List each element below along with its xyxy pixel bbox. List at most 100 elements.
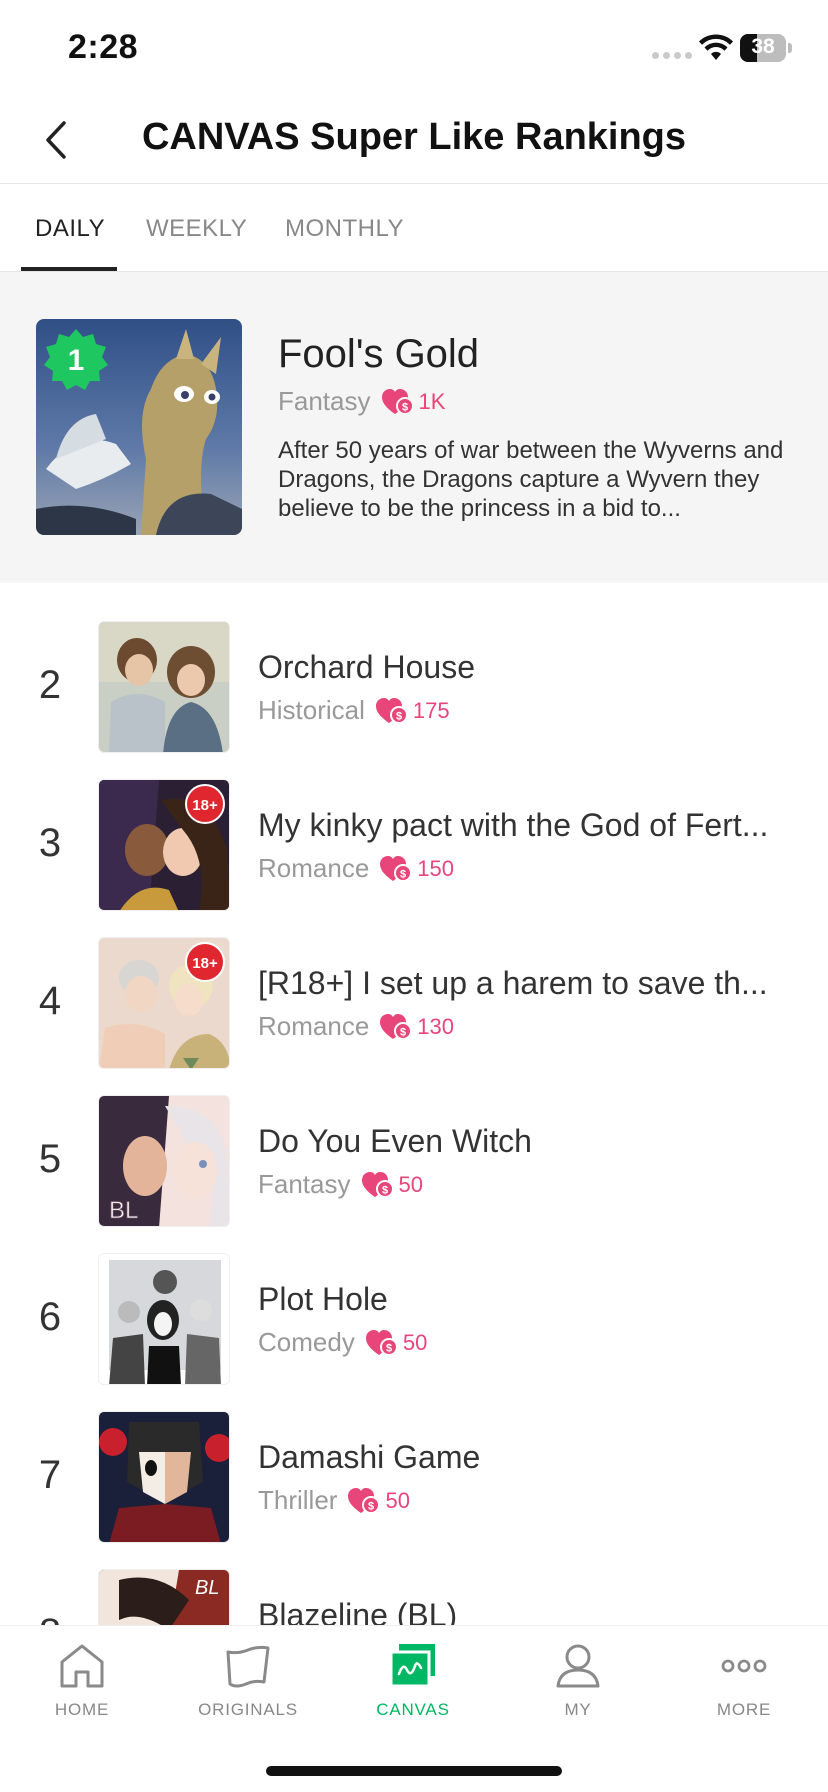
rank-1-badge-icon: 1 — [44, 329, 108, 390]
status-time: 2:28 — [68, 28, 139, 66]
tab-weekly[interactable]: WEEKLY — [146, 215, 247, 243]
do-you-even-witch-cover-image: BL — [99, 1096, 229, 1226]
svg-text:$: $ — [396, 710, 402, 722]
battery-icon: 38 — [740, 34, 792, 62]
super-like-count: $ 50 — [347, 1487, 410, 1515]
series-likes: 130 — [417, 1013, 454, 1039]
page-title: CANVAS Super Like Rankings — [141, 116, 687, 158]
ranking-item[interactable]: 5 BL Do You Even Witch Fantasy $ 50 — [0, 1095, 828, 1227]
series-meta: Romance $ 150 — [258, 853, 454, 884]
featured-description: After 50 years of war between the Wyvern… — [278, 437, 784, 522]
super-like-heart-icon: $ — [348, 1487, 381, 1514]
status-bar: 2:28 38 — [0, 0, 828, 96]
svg-text:$: $ — [381, 1184, 387, 1196]
series-thumbnail: BL — [98, 1095, 230, 1227]
adult-18-badge-icon: 18+ — [185, 784, 225, 824]
rank-number: 6 — [38, 1295, 62, 1339]
series-genre: Romance — [258, 1011, 370, 1041]
nav-canvas[interactable]: CANVAS — [343, 1640, 483, 1720]
cellular-signal-icon — [652, 52, 692, 59]
nav-home[interactable]: HOME — [12, 1640, 152, 1720]
nav-originals[interactable]: ORIGINALS — [178, 1640, 318, 1720]
series-title: Blazeline (BL) — [258, 1597, 458, 1625]
super-like-count: $ 150 — [379, 855, 454, 883]
series-likes: 150 — [417, 855, 454, 881]
more-icon — [721, 1659, 767, 1673]
blazeline-cover-image: BL — [99, 1570, 229, 1625]
nav-my[interactable]: MY — [508, 1640, 648, 1720]
svg-text:$: $ — [386, 1342, 392, 1354]
series-title: Do You Even Witch — [258, 1123, 532, 1159]
nav-label: MY — [564, 1700, 592, 1719]
series-genre: Thriller — [258, 1485, 338, 1515]
series-meta: Historical $ 175 — [258, 695, 450, 726]
adult-badge-label: 18+ — [192, 797, 218, 814]
svg-text:$: $ — [400, 868, 406, 880]
super-like-heart-icon: $ — [381, 388, 414, 415]
series-title: Orchard House — [258, 649, 475, 685]
ranking-item[interactable]: 2 Orchard House Historical $ 175 — [0, 621, 828, 753]
series-genre: Fantasy — [258, 1169, 351, 1199]
orchard-house-cover-image — [99, 622, 229, 752]
super-like-count: $ 130 — [379, 1013, 454, 1041]
rank-number: 2 — [38, 663, 62, 707]
rank-number: 7 — [38, 1453, 62, 1497]
series-likes: 50 — [402, 1329, 428, 1355]
plot-hole-cover-image — [99, 1254, 229, 1384]
ranking-item[interactable]: 7 Damashi Game Thriller $ 50 — [0, 1411, 828, 1543]
svg-text:BL: BL — [195, 1577, 219, 1599]
series-title: Plot Hole — [258, 1281, 388, 1317]
header: CANVAS Super Like Rankings — [0, 96, 828, 184]
series-title: Damashi Game — [258, 1439, 481, 1475]
svg-text:$: $ — [400, 1026, 406, 1038]
wifi-icon — [699, 34, 733, 60]
series-meta: Comedy $ 50 — [258, 1327, 427, 1358]
featured-genre: Fantasy — [278, 386, 371, 416]
series-meta: Fantasy $ 50 — [258, 1169, 423, 1200]
series-title: My kinky pact with the God of Fert... — [258, 807, 769, 843]
series-likes: 50 — [398, 1171, 423, 1197]
nav-label: CANVAS — [376, 1700, 450, 1719]
featured-likes: 1K — [418, 388, 446, 414]
featured-title: Fool's Gold — [278, 332, 480, 376]
ranking-item[interactable]: 3 18+ My kinky pact with the God of Fert… — [0, 779, 828, 911]
adult-18-badge-icon: 18+ — [185, 942, 225, 982]
originals-icon — [226, 1645, 270, 1688]
nav-label: ORIGINALS — [198, 1700, 298, 1719]
adult-badge-label: 18+ — [192, 955, 218, 972]
featured-rank-item[interactable]: 1 Fool's Gold Fantasy $ 1K After 50 year… — [0, 272, 828, 583]
series-title: [R18+] I set up a harem to save th... — [258, 965, 768, 1001]
svg-text:$: $ — [368, 1500, 374, 1512]
ranking-item[interactable]: 4 18+ [R18+] I set up a harem to save th… — [0, 937, 828, 1069]
profile-icon — [556, 1644, 600, 1688]
series-thumbnail — [98, 1253, 230, 1385]
super-like-count: $ 50 — [365, 1329, 427, 1357]
super-like-heart-icon: $ — [375, 697, 408, 724]
super-like-count: $ 1K — [381, 388, 446, 416]
series-thumbnail: BL — [98, 1569, 230, 1625]
damashi-game-cover-image — [99, 1412, 229, 1542]
series-thumbnail: 18+ — [98, 937, 230, 1069]
super-like-heart-icon: $ — [380, 855, 413, 882]
active-tab-indicator — [21, 267, 117, 271]
svg-text:$: $ — [401, 401, 407, 413]
nav-more[interactable]: MORE — [674, 1640, 814, 1720]
rank-number: 3 — [38, 821, 62, 865]
series-genre: Historical — [258, 695, 365, 725]
tab-monthly[interactable]: MONTHLY — [285, 215, 404, 243]
series-thumbnail — [98, 621, 230, 753]
series-meta: Romance $ 130 — [258, 1011, 454, 1042]
featured-thumbnail: 1 — [36, 319, 242, 535]
period-tabs: DAILY WEEKLY MONTHLY — [0, 185, 828, 272]
series-genre: Romance — [258, 853, 370, 883]
super-like-heart-icon: $ — [361, 1171, 394, 1198]
nav-label: MORE — [716, 1700, 772, 1719]
home-icon — [60, 1644, 104, 1688]
super-like-count: $ 175 — [375, 697, 450, 725]
series-likes: 175 — [412, 697, 450, 723]
ranking-item[interactable]: 6 Plot Hole Comedy $ 50 — [0, 1253, 828, 1385]
ranking-item[interactable]: 8 BL Blazeline (BL) — [0, 1569, 828, 1625]
series-thumbnail — [98, 1411, 230, 1543]
series-genre: Comedy — [258, 1327, 355, 1357]
tab-daily[interactable]: DAILY — [35, 215, 105, 243]
